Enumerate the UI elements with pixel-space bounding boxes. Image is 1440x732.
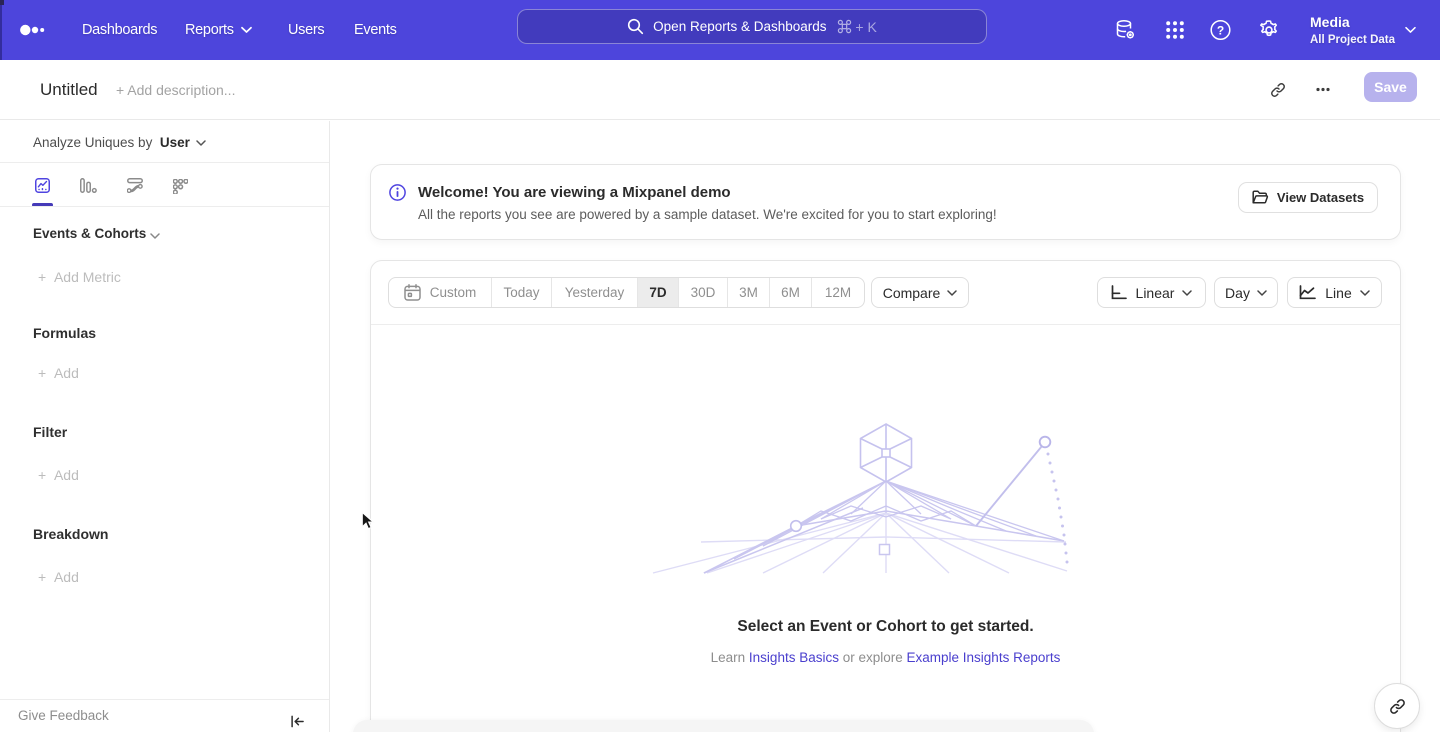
svg-text:?: ? xyxy=(1217,24,1224,38)
